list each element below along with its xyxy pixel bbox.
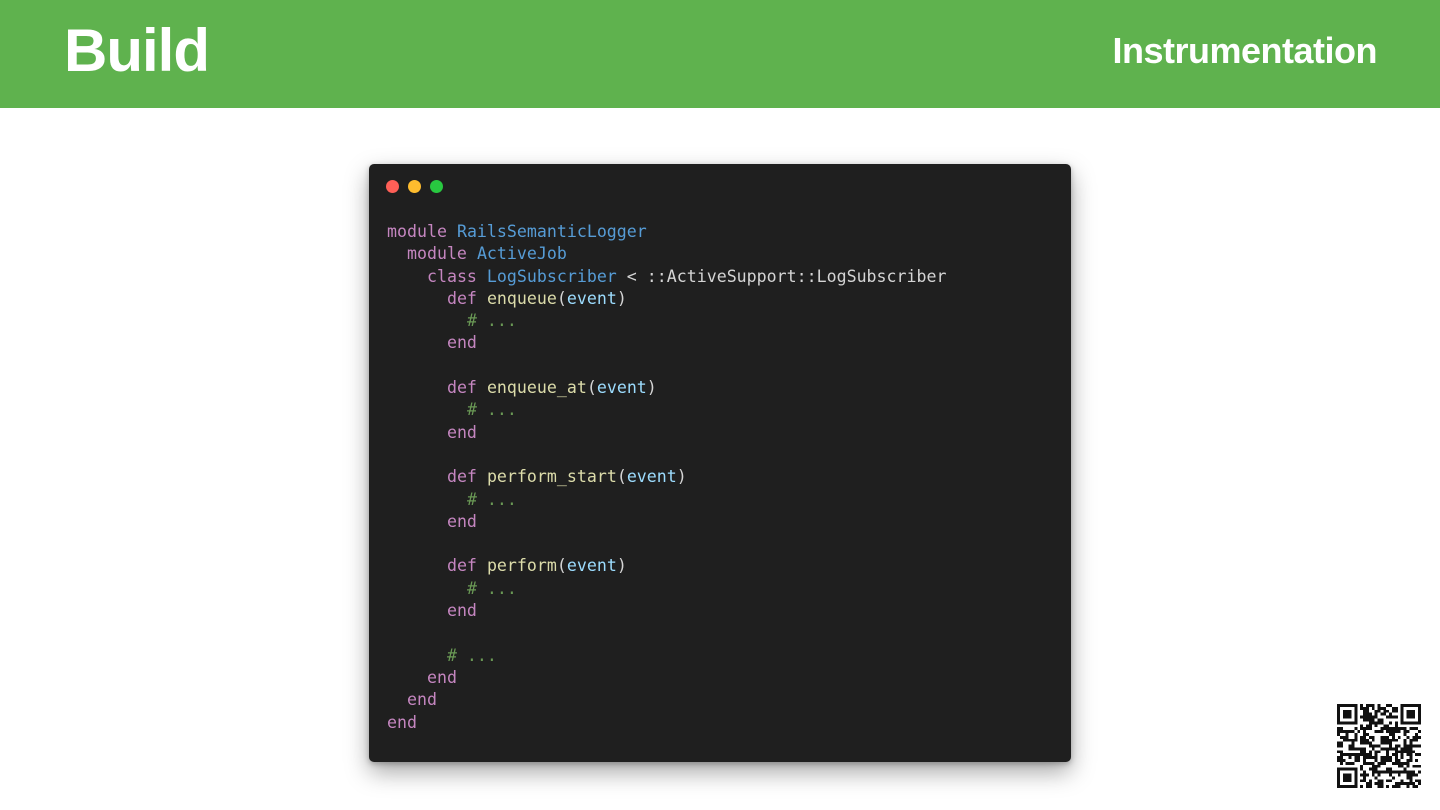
code-window: module RailsSemanticLogger module Active… [369,164,1071,762]
code-token: < ::ActiveSupport::LogSubscriber [616,266,947,286]
minimize-button-icon[interactable] [408,180,421,193]
code-token: enqueue_at [486,378,587,398]
code-token: LogSubscriber [486,266,617,286]
code-token: end [446,333,477,353]
code-token: ( [556,288,567,308]
code-token: perform_start [486,467,617,487]
code-line: # ... [387,489,946,511]
code-token: end [387,712,417,732]
code-token: # ... [466,311,517,331]
code-line: def perform(event) [387,555,946,577]
code-token: RailsSemanticLogger [456,222,647,241]
window-controls [386,180,443,193]
code-token: enqueue [486,288,557,308]
code-token: event [566,288,617,308]
code-token: def [446,556,477,576]
close-button-icon[interactable] [386,180,399,193]
code-block: module RailsSemanticLogger module Active… [387,221,946,734]
code-token: ) [646,378,657,398]
code-token: end [426,667,457,687]
code-token: ActiveJob [476,244,567,264]
qr-code-icon [1337,704,1421,788]
code-token: module [406,244,467,264]
slide-title: Build [64,17,210,84]
code-token: ) [616,556,627,576]
code-token: ) [616,288,627,308]
zoom-button-icon[interactable] [430,180,443,193]
code-token: def [446,288,477,308]
slide-header: Build Instrumentation [0,0,1440,108]
code-line: # ... [387,399,946,421]
code-token: class [426,266,477,286]
code-token: ( [556,556,567,576]
code-line: end [387,511,946,533]
code-token: end [446,422,477,442]
code-token: # ... [466,400,517,420]
code-token: def [446,467,477,487]
code-token: perform [486,556,557,576]
code-line: def perform_start(event) [387,466,946,488]
code-line: module RailsSemanticLogger [387,221,946,243]
code-line: # ... [387,578,946,600]
code-token: # ... [466,578,517,598]
code-line: end [387,600,946,622]
code-line: end [387,712,946,734]
code-token: end [446,601,477,621]
code-token: event [566,556,617,576]
code-line: module ActiveJob [387,243,946,265]
code-token: # ... [466,489,517,509]
code-line: end [387,422,946,444]
code-line: class LogSubscriber < ::ActiveSupport::L… [387,266,947,288]
code-line: end [387,667,946,689]
code-token: end [406,690,437,710]
slide-section-label: Instrumentation [1112,30,1377,71]
code-token: end [446,511,477,531]
code-token: ) [676,467,687,487]
code-line: def enqueue_at(event) [387,377,946,399]
code-token: # ... [446,645,497,665]
code-line: # ... [387,645,946,667]
code-token: module [387,222,447,241]
code-line: end [387,332,946,354]
code-token: ( [616,467,627,487]
code-token: def [446,378,477,398]
code-token: event [596,378,647,398]
code-line: def enqueue(event) [387,288,946,310]
code-line: end [387,689,946,711]
code-token: event [626,467,677,487]
code-token: ( [586,378,597,398]
code-line: # ... [387,310,946,332]
